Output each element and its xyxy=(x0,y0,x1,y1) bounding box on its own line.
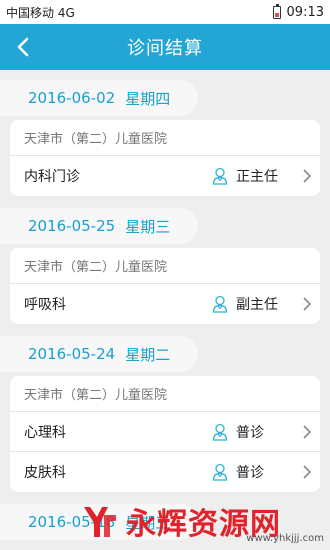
doctor-info: 普诊 xyxy=(212,462,290,482)
visit-weekday: 星期二 xyxy=(125,345,171,364)
visit-list: 2016-06-02 星期四 天津市（第二）儿童医院 内科门诊 正主任 2016… xyxy=(0,70,330,544)
doctor-icon xyxy=(212,167,228,185)
department-label: 内科门诊 xyxy=(24,169,80,185)
doctor-icon xyxy=(212,295,228,313)
doctor-info: 普诊 xyxy=(212,422,290,442)
visit-row[interactable]: 心理科 普诊 xyxy=(10,412,320,452)
visit-card: 天津市（第二）儿童医院 心理科 普诊 皮肤科 普诊 xyxy=(10,376,320,492)
watermark-url: www.yhkjjj.com xyxy=(246,533,324,544)
chevron-right-icon xyxy=(290,424,312,440)
carrier-label: 中国移动 4G xyxy=(6,5,75,20)
visit-date: 2016-05-25 xyxy=(28,217,116,235)
watermark-logo-icon xyxy=(84,507,116,537)
status-bar: 中国移动 4G 09:13 xyxy=(0,0,330,24)
clock: 09:13 xyxy=(286,4,324,20)
visit-date-header: 2016-05-25 星期三 xyxy=(0,208,199,244)
doctor-title: 普诊 xyxy=(236,465,264,481)
department-label: 呼吸科 xyxy=(24,297,66,313)
chevron-left-icon xyxy=(17,37,29,57)
visit-row[interactable]: 呼吸科 副主任 xyxy=(10,284,320,324)
visit-weekday: 星期四 xyxy=(125,89,171,108)
visit-date: 2016-06-02 xyxy=(28,89,116,107)
doctor-icon xyxy=(212,423,228,441)
hospital-name: 天津市（第二）儿童医院 xyxy=(10,376,320,412)
doctor-title: 普诊 xyxy=(236,424,264,441)
doctor-info: 副主任 xyxy=(212,294,290,314)
navbar: 诊间结算 xyxy=(0,24,330,70)
visit-card: 天津市（第二）儿童医院 呼吸科 副主任 xyxy=(10,248,320,324)
status-right: 09:13 xyxy=(272,3,324,20)
watermark: 永辉资源网 www.yhkjjj.com xyxy=(80,498,330,544)
visit-row[interactable]: 内科门诊 正主任 xyxy=(10,156,320,196)
doctor-title: 正主任 xyxy=(236,169,278,185)
back-button[interactable] xyxy=(6,30,40,64)
visit-card: 天津市（第二）儿童医院 内科门诊 正主任 xyxy=(10,120,320,196)
department-label: 皮肤科 xyxy=(24,465,66,481)
page-title: 诊间结算 xyxy=(127,38,203,59)
doctor-info: 正主任 xyxy=(212,166,290,186)
visit-date: 2016-05-24 xyxy=(28,345,116,363)
hospital-name: 天津市（第二）儿童医院 xyxy=(10,248,320,284)
visit-row[interactable]: 皮肤科 普诊 xyxy=(10,452,320,492)
doctor-icon xyxy=(212,463,228,481)
chevron-right-icon xyxy=(290,168,312,184)
visit-weekday: 星期三 xyxy=(125,217,171,236)
doctor-title: 副主任 xyxy=(236,297,278,313)
department-label: 心理科 xyxy=(24,424,66,441)
hospital-name: 天津市（第二）儿童医院 xyxy=(10,120,320,156)
visit-date-header: 2016-05-24 星期二 xyxy=(0,336,199,372)
chevron-right-icon xyxy=(290,296,312,312)
visit-date-header: 2016-06-02 星期四 xyxy=(0,80,199,116)
chevron-right-icon xyxy=(290,464,312,480)
battery-icon xyxy=(272,3,281,19)
